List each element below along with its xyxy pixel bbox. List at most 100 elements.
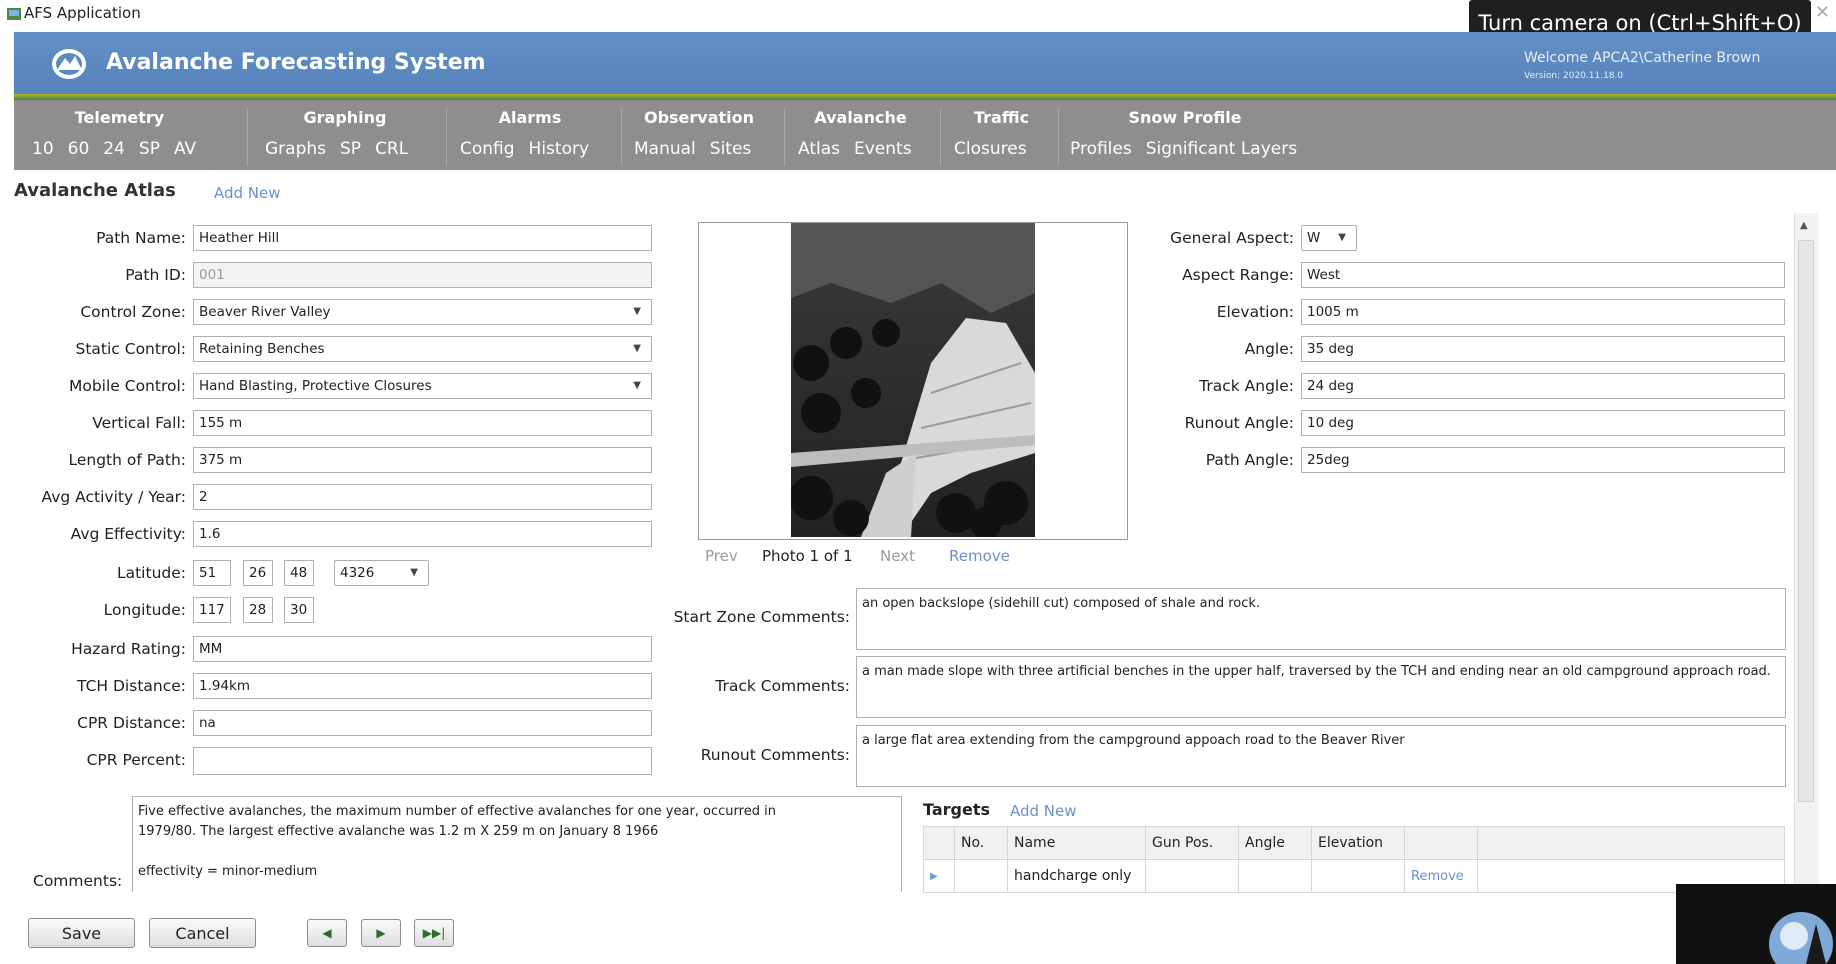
path-name-field[interactable]: Heather Hill bbox=[193, 225, 652, 251]
nav-group-title: Observation bbox=[643, 108, 755, 127]
scrollbar-thumb[interactable] bbox=[1798, 240, 1814, 802]
path-angle-field[interactable]: 25deg bbox=[1301, 447, 1785, 473]
aspect-range-field[interactable]: West bbox=[1301, 262, 1785, 288]
general-aspect-select[interactable]: W bbox=[1301, 225, 1357, 251]
avalanche-path-photo bbox=[791, 223, 1035, 537]
nav-link-config[interactable]: Config bbox=[460, 139, 515, 159]
close-icon[interactable]: ✕ bbox=[1815, 2, 1830, 23]
nav-group-graphing: Graphing Graphs SP CRL bbox=[265, 108, 425, 164]
nav-link-events[interactable]: Events bbox=[854, 139, 912, 159]
photo-remove-link[interactable]: Remove bbox=[949, 547, 1010, 565]
nav-divider bbox=[940, 108, 941, 166]
nav-link-crl[interactable]: CRL bbox=[375, 139, 408, 159]
targets-col-angle[interactable]: Angle bbox=[1238, 826, 1312, 860]
track-comments-label: Track Comments: bbox=[715, 677, 850, 695]
camera-preview-image bbox=[1769, 912, 1833, 964]
longitude-seconds-field[interactable]: 30 bbox=[284, 597, 314, 623]
previous-record-button[interactable]: ◀ bbox=[307, 919, 347, 947]
avg-activity-field[interactable]: 2 bbox=[193, 484, 652, 510]
nav-link-telemetry-24[interactable]: 24 bbox=[103, 139, 125, 159]
scroll-up-icon[interactable]: ▲ bbox=[1800, 220, 1808, 231]
nav-link-profiles[interactable]: Profiles bbox=[1070, 139, 1132, 159]
nav-link-manual[interactable]: Manual bbox=[634, 139, 696, 159]
nav-link-telemetry-60[interactable]: 60 bbox=[68, 139, 90, 159]
last-record-button[interactable]: ▶▶| bbox=[414, 919, 454, 947]
cpr-distance-field[interactable]: na bbox=[193, 710, 652, 736]
elevation-field[interactable]: 1005 m bbox=[1301, 299, 1785, 325]
cpr-percent-field[interactable] bbox=[193, 747, 652, 775]
next-record-button[interactable]: ▶ bbox=[361, 919, 401, 947]
nav-link-graphing-sp[interactable]: SP bbox=[340, 139, 361, 159]
control-zone-select[interactable]: Beaver River Valley bbox=[193, 299, 652, 325]
target-no-cell[interactable] bbox=[954, 859, 1008, 893]
nav-link-sites[interactable]: Sites bbox=[710, 139, 752, 159]
save-button[interactable]: Save bbox=[28, 918, 135, 948]
comments-field[interactable]: Five effective avalanches, the maximum n… bbox=[132, 796, 902, 892]
datum-select[interactable]: 4326 bbox=[334, 560, 429, 586]
length-of-path-field[interactable]: 375 m bbox=[193, 447, 652, 473]
photo-prev-link[interactable]: Prev bbox=[705, 547, 738, 565]
path-id-label: Path ID: bbox=[125, 266, 186, 284]
add-new-target-link[interactable]: Add New bbox=[1010, 802, 1077, 820]
longitude-degrees-field[interactable]: 117 bbox=[193, 597, 231, 623]
targets-col-gun-pos[interactable]: Gun Pos. bbox=[1145, 826, 1239, 860]
path-name-label: Path Name: bbox=[96, 229, 186, 247]
vertical-fall-field[interactable]: 155 m bbox=[193, 410, 652, 436]
longitude-label: Longitude: bbox=[103, 601, 186, 619]
nav-link-telemetry-sp[interactable]: SP bbox=[139, 139, 160, 159]
cpr-distance-label: CPR Distance: bbox=[77, 714, 186, 732]
angle-field[interactable]: 35 deg bbox=[1301, 336, 1785, 362]
latitude-seconds-field[interactable]: 48 bbox=[284, 560, 314, 586]
general-aspect-label: General Aspect: bbox=[1170, 229, 1294, 247]
start-zone-comments-field[interactable]: an open backslope (sidehill cut) compose… bbox=[856, 588, 1786, 650]
avg-activity-label: Avg Activity / Year: bbox=[41, 488, 186, 506]
nav-group-title: Telemetry bbox=[74, 108, 165, 127]
nav-link-graphs[interactable]: Graphs bbox=[265, 139, 326, 159]
targets-title: Targets bbox=[923, 800, 991, 819]
nav-link-closures[interactable]: Closures bbox=[954, 139, 1027, 159]
row-selector-icon[interactable]: ▶ bbox=[923, 859, 955, 893]
longitude-minutes-field[interactable]: 28 bbox=[243, 597, 273, 623]
tch-distance-field[interactable]: 1.94km bbox=[193, 673, 652, 699]
camera-preview bbox=[1676, 884, 1836, 964]
target-gun-pos-cell[interactable] bbox=[1145, 859, 1239, 893]
track-comments-field[interactable]: a man made slope with three artificial b… bbox=[856, 656, 1786, 718]
targets-col-no[interactable]: No. bbox=[954, 826, 1008, 860]
runout-angle-label: Runout Angle: bbox=[1184, 414, 1294, 432]
cancel-button[interactable]: Cancel bbox=[149, 918, 256, 948]
target-remove-link[interactable]: Remove bbox=[1404, 859, 1478, 893]
target-name-cell[interactable]: handcharge only bbox=[1007, 859, 1146, 893]
targets-col-action bbox=[1404, 826, 1478, 860]
mobile-control-select[interactable]: Hand Blasting, Protective Closures bbox=[193, 373, 652, 399]
elevation-label: Elevation: bbox=[1216, 303, 1294, 321]
nav-group-title: Traffic bbox=[973, 108, 1030, 127]
photo-frame bbox=[698, 222, 1128, 540]
runout-angle-field[interactable]: 10 deg bbox=[1301, 410, 1785, 436]
nav-link-significant-layers[interactable]: Significant Layers bbox=[1146, 139, 1297, 159]
hazard-rating-label: Hazard Rating: bbox=[71, 640, 186, 658]
latitude-degrees-field[interactable]: 51 bbox=[193, 560, 231, 586]
nav-link-telemetry-av[interactable]: AV bbox=[174, 139, 196, 159]
target-elevation-cell[interactable] bbox=[1311, 859, 1405, 893]
targets-header-row: No. Name Gun Pos. Angle Elevation bbox=[923, 826, 1785, 860]
avg-effectivity-field[interactable]: 1.6 bbox=[193, 521, 652, 547]
nav-link-telemetry-10[interactable]: 10 bbox=[32, 139, 54, 159]
hazard-rating-field[interactable]: MM bbox=[193, 636, 652, 662]
nav-link-atlas[interactable]: Atlas bbox=[798, 139, 840, 159]
targets-col-elevation[interactable]: Elevation bbox=[1311, 826, 1405, 860]
photo-next-link[interactable]: Next bbox=[880, 547, 915, 565]
control-zone-label: Control Zone: bbox=[80, 303, 186, 321]
aspect-range-label: Aspect Range: bbox=[1182, 266, 1294, 284]
nav-link-history[interactable]: History bbox=[529, 139, 589, 159]
targets-col-name[interactable]: Name bbox=[1007, 826, 1146, 860]
static-control-select[interactable]: Retaining Benches bbox=[193, 336, 652, 362]
previous-icon: ◀ bbox=[322, 926, 332, 940]
table-row[interactable]: ▶ handcharge only Remove bbox=[923, 859, 1785, 893]
add-new-atlas-link[interactable]: Add New bbox=[214, 184, 281, 202]
version-text: Version: 2020.11.18.0 bbox=[1524, 71, 1624, 81]
runout-comments-field[interactable]: a large flat area extending from the cam… bbox=[856, 725, 1786, 787]
latitude-minutes-field[interactable]: 26 bbox=[243, 560, 273, 586]
target-angle-cell[interactable] bbox=[1238, 859, 1312, 893]
track-angle-field[interactable]: 24 deg bbox=[1301, 373, 1785, 399]
avalanche-logo-icon bbox=[52, 49, 86, 79]
